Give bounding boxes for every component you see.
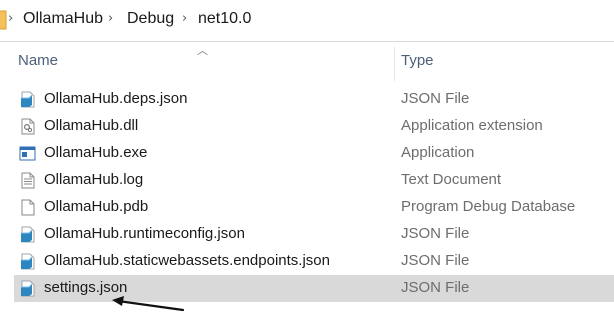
file-row[interactable]: OllamaHub.log Text Document <box>14 167 614 194</box>
file-type: Text Document <box>401 171 502 188</box>
file-type: JSON File <box>401 279 470 296</box>
column-header-type[interactable]: Type <box>401 52 434 69</box>
json-file-icon <box>21 91 35 108</box>
breadcrumb-separator-icon[interactable]: › <box>108 11 113 26</box>
dll-file-icon <box>21 118 35 135</box>
file-row[interactable]: OllamaHub.exe Application <box>14 140 614 167</box>
file-name: OllamaHub.dll <box>44 117 139 134</box>
file-row-selected[interactable]: settings.json JSON File <box>14 275 614 302</box>
exe-file-icon <box>19 146 36 161</box>
json-file-icon <box>21 280 35 297</box>
breadcrumb-separator-icon[interactable]: › <box>182 11 187 26</box>
file-type: Application <box>401 144 475 161</box>
file-row[interactable]: OllamaHub.deps.json JSON File <box>14 86 614 113</box>
file-name: OllamaHub.staticwebassets.endpoints.json <box>44 252 330 269</box>
column-header-name[interactable]: Name <box>18 52 58 69</box>
breadcrumb-item-ollamahub[interactable]: OllamaHub <box>23 10 103 28</box>
file-row[interactable]: OllamaHub.pdb Program Debug Database <box>14 194 614 221</box>
file-name: OllamaHub.runtimeconfig.json <box>44 225 245 242</box>
column-divider[interactable] <box>394 47 395 81</box>
blank-file-icon <box>21 199 35 216</box>
breadcrumb: › OllamaHub › Debug › net10.0 <box>0 0 614 42</box>
file-name: settings.json <box>44 279 128 296</box>
file-type: Program Debug Database <box>401 198 576 215</box>
file-name: OllamaHub.exe <box>44 144 148 161</box>
file-type: Application extension <box>401 117 543 134</box>
file-name: OllamaHub.pdb <box>44 198 149 215</box>
file-row[interactable]: OllamaHub.runtimeconfig.json JSON File <box>14 221 614 248</box>
file-row[interactable]: OllamaHub.dll Application extension <box>14 113 614 140</box>
breadcrumb-item-debug[interactable]: Debug <box>127 10 174 28</box>
file-type: JSON File <box>401 252 470 269</box>
file-row[interactable]: OllamaHub.staticwebassets.endpoints.json… <box>14 248 614 275</box>
file-name: OllamaHub.deps.json <box>44 90 188 107</box>
json-file-icon <box>21 226 35 243</box>
breadcrumb-separator-icon[interactable]: › <box>8 11 13 26</box>
sort-ascending-icon: ︿ <box>197 44 208 57</box>
text-file-icon <box>21 172 35 189</box>
file-type: JSON File <box>401 225 470 242</box>
breadcrumb-item-net10[interactable]: net10.0 <box>198 10 251 28</box>
file-type: JSON File <box>401 90 470 107</box>
json-file-icon <box>21 253 35 270</box>
file-name: OllamaHub.log <box>44 171 144 188</box>
